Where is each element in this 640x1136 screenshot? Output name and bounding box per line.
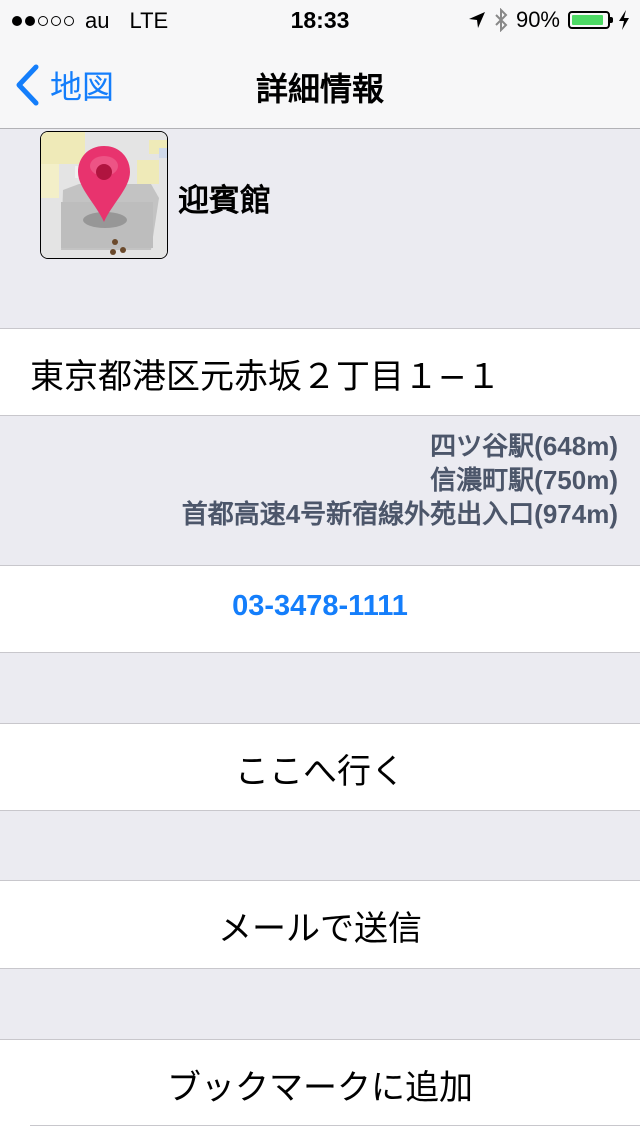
location-arrow-icon bbox=[468, 12, 485, 28]
map-thumbnail[interactable] bbox=[40, 131, 168, 259]
mail-button[interactable]: メールで送信 bbox=[0, 880, 640, 969]
map-pin-icon bbox=[78, 146, 130, 222]
nearby-item: 首都高速4号新宿線外苑出入口(974m) bbox=[181, 499, 618, 529]
address-text: 東京都港区元赤坂２丁目１−１ bbox=[30, 357, 501, 397]
divider bbox=[30, 1125, 640, 1126]
phone-number[interactable]: 03-3478-1111 bbox=[0, 590, 640, 623]
nearby-item: 四ツ谷駅(648m) bbox=[430, 431, 618, 461]
navigate-label: ここへ行く bbox=[235, 752, 405, 792]
nearby-list: 四ツ谷駅(648m) 信濃町駅(750m) 首都高速4号新宿線外苑出入口(974… bbox=[182, 429, 618, 531]
bookmark-button[interactable]: ブックマークに追加 bbox=[0, 1039, 640, 1136]
place-header: 迎賓館 bbox=[0, 129, 640, 328]
bluetooth-icon bbox=[495, 8, 508, 32]
battery-level bbox=[572, 15, 603, 25]
charging-bolt-icon bbox=[619, 10, 629, 30]
battery-percent: 90% bbox=[515, 7, 560, 32]
address-row: 東京都港区元赤坂２丁目１−１ bbox=[0, 328, 640, 416]
status-bar: au LTE 18:33 90% bbox=[0, 0, 640, 40]
nearby-item: 信濃町駅(750m) bbox=[430, 465, 618, 495]
page-title: 詳細情報 bbox=[255, 70, 384, 108]
bookmark-label: ブックマークに追加 bbox=[167, 1068, 473, 1108]
navigate-button[interactable]: ここへ行く bbox=[0, 723, 640, 811]
battery-icon bbox=[568, 11, 613, 29]
phone-row[interactable]: 03-3478-1111 bbox=[0, 565, 640, 653]
navigation-bar: 地図 詳細情報 bbox=[0, 40, 640, 129]
place-name: 迎賓館 bbox=[178, 183, 271, 219]
mail-label: メールで送信 bbox=[218, 909, 422, 949]
status-right: 90% bbox=[460, 7, 630, 33]
